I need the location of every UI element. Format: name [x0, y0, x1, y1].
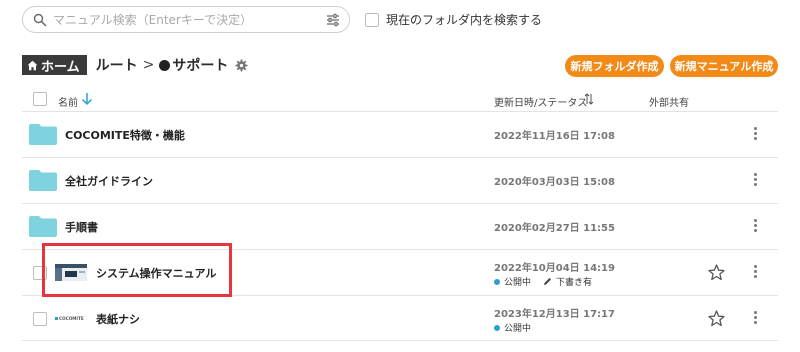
item-updated: 2020年03月03日 15:08: [494, 177, 615, 188]
folder-dot-icon: [159, 59, 171, 71]
star-icon[interactable]: [708, 264, 725, 281]
kebab-menu-icon[interactable]: [754, 265, 758, 279]
published-dot-icon: [494, 278, 500, 285]
item-updated: 2023年12月13日 17:17: [494, 309, 615, 320]
column-name-header[interactable]: 名前: [58, 94, 78, 109]
list-item[interactable]: システム操作マニュアル 2022年10月04日 14:19 公開中 下書き有: [22, 249, 778, 295]
breadcrumb-home-label: ホーム: [41, 59, 80, 75]
new-manual-button[interactable]: 新規マニュアル作成: [670, 55, 778, 77]
kebab-menu-icon[interactable]: [754, 127, 758, 141]
row-checkbox[interactable]: [33, 312, 47, 326]
new-folder-button[interactable]: 新規フォルダ作成: [565, 55, 664, 77]
breadcrumb: ホーム ルート > サポート: [22, 55, 248, 75]
kebab-menu-icon[interactable]: [754, 219, 758, 233]
home-icon: [27, 60, 38, 70]
svg-text:COCOMITE: COCOMITE: [59, 316, 84, 321]
item-updated: 2022年10月04日 14:19: [494, 263, 615, 274]
list-item[interactable]: COCOMITE特徴・機能 2022年11月16日 17:08: [22, 111, 778, 157]
row-checkbox[interactable]: [33, 266, 47, 280]
arrow-down-icon[interactable]: [81, 92, 93, 106]
table-header: 名前 更新日時/ステータス 外部共有: [22, 89, 778, 111]
item-title[interactable]: COCOMITE特徴・機能: [65, 127, 185, 143]
gear-icon[interactable]: [235, 58, 248, 72]
filter-sliders-icon[interactable]: [326, 13, 340, 27]
published-dot-icon: [494, 324, 500, 331]
item-title[interactable]: システム操作マニュアル: [96, 265, 216, 281]
list-item[interactable]: 手順書 2020年02月27日 11:55: [22, 203, 778, 249]
cocomite-logo-thumbnail: COCOMITE: [55, 310, 87, 327]
star-icon[interactable]: [708, 310, 725, 327]
item-list: COCOMITE特徴・機能 2022年11月16日 17:08 全社ガイドライン…: [22, 111, 778, 341]
folder-search-label: 現在のフォルダ内を検索する: [386, 13, 543, 27]
breadcrumb-home[interactable]: ホーム: [22, 55, 87, 75]
kebab-menu-icon[interactable]: [754, 173, 758, 187]
item-status: 公開中 下書き有: [494, 275, 592, 288]
item-title[interactable]: 手順書: [65, 219, 98, 235]
column-external-share-header: 外部共有: [649, 98, 689, 109]
column-updated-header[interactable]: 更新日時/ステータス: [494, 94, 587, 109]
breadcrumb-root[interactable]: ルート: [96, 55, 138, 75]
item-updated: 2022年11月16日 17:08: [494, 131, 615, 142]
item-title[interactable]: 表紙ナシ: [96, 311, 140, 327]
search-input[interactable]: [53, 9, 341, 30]
screenshot-thumbnail: [55, 264, 87, 281]
search-icon: [33, 13, 47, 27]
folder-icon: [29, 124, 57, 145]
search-box[interactable]: [22, 6, 350, 33]
folder-search-checkbox[interactable]: [365, 12, 379, 27]
item-title[interactable]: 全社ガイドライン: [65, 173, 153, 189]
status-draft: 下書き有: [556, 278, 593, 288]
item-updated: 2020年02月27日 11:55: [494, 223, 615, 234]
item-status: 公開中: [494, 321, 531, 334]
list-item[interactable]: COCOMITE 表紙ナシ 2023年12月13日 17:17 公開中: [22, 295, 778, 341]
breadcrumb-separator: >: [142, 57, 155, 73]
kebab-menu-icon[interactable]: [754, 311, 758, 325]
breadcrumb-current: サポート: [172, 58, 229, 74]
list-item[interactable]: 全社ガイドライン 2020年03月03日 15:08: [22, 157, 778, 203]
folder-icon: [29, 170, 57, 191]
select-all-checkbox[interactable]: [33, 92, 47, 106]
sort-arrows-icon[interactable]: [584, 92, 594, 106]
status-published: 公開中: [504, 324, 532, 334]
pencil-icon: [544, 278, 552, 285]
status-published: 公開中: [504, 278, 532, 288]
folder-icon: [29, 216, 57, 237]
folder-search-option[interactable]: 現在のフォルダ内を検索する: [365, 11, 542, 28]
